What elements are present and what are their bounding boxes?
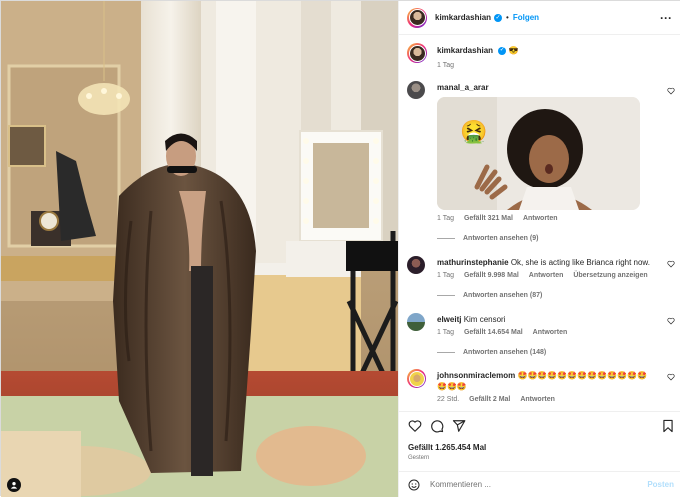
user-tag-icon[interactable] [7,478,21,492]
heart-icon[interactable] [408,419,422,433]
comments-list[interactable]: kimkardashian ✓ 😎 1 Tag manal_a_arar 🤮 1… [399,36,680,411]
view-replies-button[interactable]: Antworten ansehen (9) [437,235,669,242]
view-replies-label: Antworten ansehen (87) [463,292,543,299]
reply-button[interactable]: Antworten [520,396,555,403]
author-avatar[interactable] [407,43,427,63]
reply-button[interactable]: Antworten [523,215,558,222]
comment-heart-icon[interactable] [667,87,675,95]
post-modal: kimkardashian ✓ • Folgen ··· kimkardashi… [0,0,680,497]
caption-username[interactable]: kimkardashian [437,46,493,55]
follow-button[interactable]: Folgen [513,13,539,22]
share-icon[interactable] [452,419,466,433]
comment-gif[interactable]: 🤮 [437,97,640,210]
comment-username[interactable]: manal_a_arar [437,83,489,92]
gif-emoji: 🤮 [460,119,488,144]
caption-time[interactable]: 1 Tag [437,62,454,69]
reply-button[interactable]: Antworten [529,272,564,279]
replies-line [437,295,455,296]
commenter-avatar[interactable] [407,313,425,331]
comment-likes[interactable]: Gefällt 14.654 Mal [464,329,523,336]
verified-icon: ✓ [494,13,503,22]
more-icon[interactable]: ··· [660,11,672,25]
photo-illustration [1,1,398,497]
comment-meta: 1 Tag Gefällt 9.998 Mal Antworten Überse… [437,272,669,279]
comment-time[interactable]: 1 Tag [437,272,454,279]
replies-line [437,352,455,353]
comment-text: Ok, she is acting like Brianca right now… [510,258,650,267]
reply-button[interactable]: Antworten [533,329,568,336]
gif-image [437,97,640,210]
author-username[interactable]: kimkardashian [435,13,491,22]
post-sidebar: kimkardashian ✓ • Folgen ··· kimkardashi… [398,1,680,497]
verified-icon: ✓ [498,46,507,55]
comment-time[interactable]: 22 Std. [437,396,459,403]
post-date[interactable]: Gestern [408,455,429,461]
bookmark-icon[interactable] [661,419,675,433]
replies-line [437,238,455,239]
comment-item: elweitj Kim censori 1 Tag Gefällt 14.654… [407,313,675,373]
comment-meta: 1 Tag Gefällt 321 Mal Antworten [437,215,669,222]
view-replies-button[interactable]: Antworten ansehen (87) [437,292,669,299]
separator-dot: • [506,13,509,22]
comment-meta: 22 Std. Gefällt 2 Mal Antworten [437,396,655,403]
post-comment-button[interactable]: Posten [647,480,674,489]
comment-username[interactable]: elweitj [437,315,461,324]
comment-item: manal_a_arar 🤮 1 Tag Gefällt 321 Mal Ant… [407,81,675,251]
translate-button[interactable]: Übersetzung anzeigen [573,272,647,279]
add-comment-bar: Posten [399,471,680,497]
comment-likes[interactable]: Gefällt 2 Mal [469,396,510,403]
commenter-avatar[interactable] [407,369,426,388]
comment-likes[interactable]: Gefällt 321 Mal [464,215,513,222]
comment-text: Kim censori [463,315,506,324]
comment-item: mathurinstephanie Ok, she is acting like… [407,256,675,316]
comment-username[interactable]: johnsonmiraclemom [437,371,515,380]
comment-meta: 1 Tag Gefällt 14.654 Mal Antworten [437,329,669,336]
commenter-avatar[interactable] [407,256,425,274]
post-image[interactable] [1,1,398,497]
view-replies-label: Antworten ansehen (148) [463,349,547,356]
comment-item: johnsonmiraclemom 🤩🤩🤩🤩🤩🤩🤩🤩🤩🤩🤩🤩🤩🤩🤩🤩 22 St… [407,369,675,409]
caption: kimkardashian ✓ 😎 1 Tag [407,43,675,73]
comment-icon[interactable] [430,419,444,433]
commenter-avatar[interactable] [407,81,425,99]
comment-time[interactable]: 1 Tag [437,329,454,336]
comment-time[interactable]: 1 Tag [437,215,454,222]
view-replies-label: Antworten ansehen (9) [463,235,539,242]
comment-heart-icon[interactable] [667,373,675,381]
action-bar: Gefällt 1.265.454 Mal Gestern [399,411,680,466]
comment-likes[interactable]: Gefällt 9.998 Mal [464,272,519,279]
view-replies-button[interactable]: Antworten ansehen (148) [437,349,669,356]
post-header: kimkardashian ✓ • Folgen ··· [399,1,680,35]
comment-input[interactable] [430,480,630,489]
comment-username[interactable]: mathurinstephanie [437,258,509,267]
comment-heart-icon[interactable] [667,260,675,268]
like-count[interactable]: Gefällt 1.265.454 Mal [408,443,486,452]
author-avatar[interactable] [407,7,427,28]
emoji-icon[interactable] [408,479,420,491]
comment-heart-icon[interactable] [667,317,675,325]
caption-text: 😎 [508,46,519,55]
